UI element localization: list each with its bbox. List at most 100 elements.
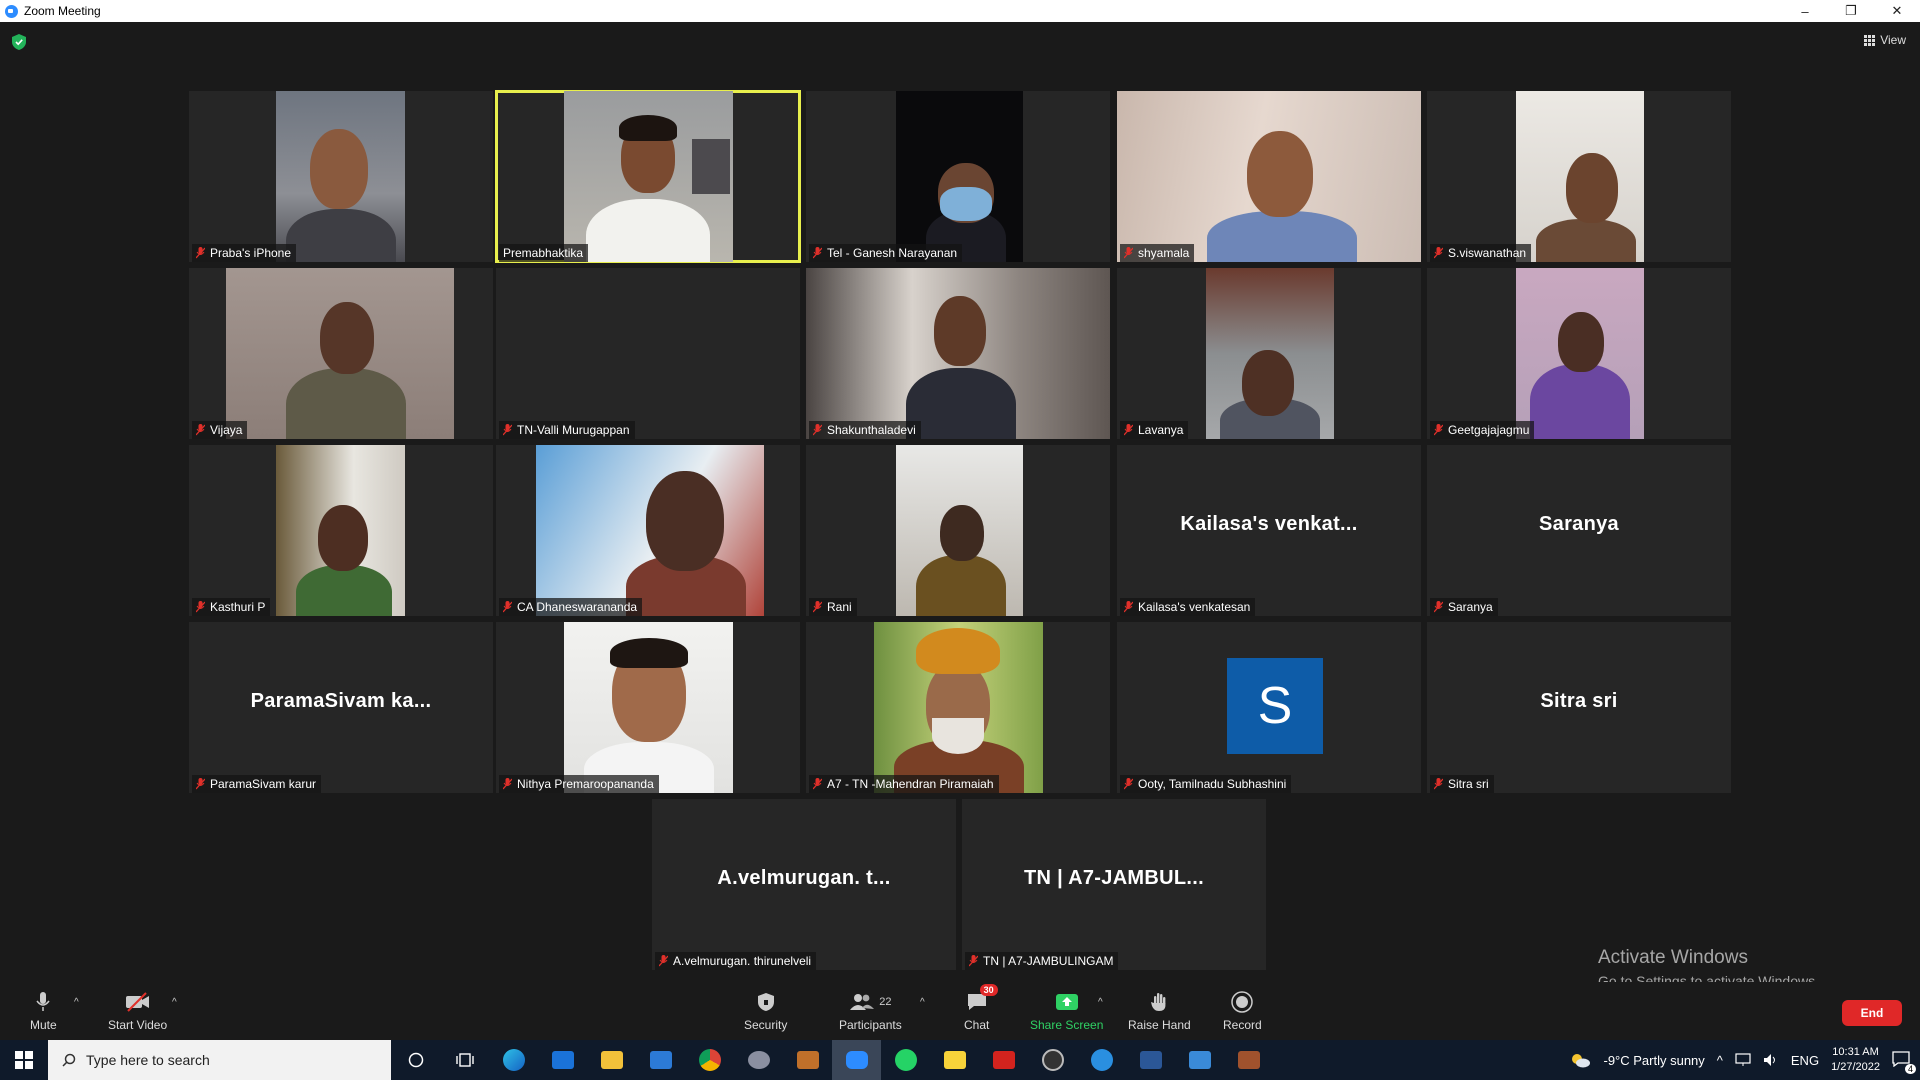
view-button[interactable]: View xyxy=(1864,33,1906,47)
participant-tile[interactable]: S.viswanathan xyxy=(1427,91,1731,262)
participant-tile[interactable]: Kasthuri P xyxy=(189,445,493,616)
participant-display-name: TN | A7-JAMBUL... xyxy=(1024,867,1204,889)
show-hidden-icons-icon[interactable]: ^ xyxy=(1717,1053,1723,1068)
window-title: Zoom Meeting xyxy=(24,4,101,18)
action-center-icon[interactable]: 4 xyxy=(1892,1050,1916,1074)
word-icon[interactable] xyxy=(1126,1040,1175,1080)
participant-video xyxy=(536,445,764,616)
volume-icon[interactable] xyxy=(1763,1053,1779,1067)
participant-name: Rani xyxy=(827,600,852,614)
mic-muted-icon xyxy=(1124,601,1133,613)
chat-button[interactable]: 30 Chat xyxy=(964,984,998,1032)
participant-tile[interactable]: Kailasa's venkat... Kailasa's venkatesan xyxy=(1117,445,1421,616)
participant-name: CA Dhaneswarananda xyxy=(517,600,638,614)
participant-tile[interactable]: Shakunthaladevi xyxy=(806,268,1110,439)
file-explorer-icon[interactable] xyxy=(587,1040,636,1080)
participant-tile[interactable]: Praba's iPhone xyxy=(189,91,493,262)
participant-tile[interactable]: ParamaSivam ka... ParamaSivam karur xyxy=(189,622,493,793)
participant-tile[interactable]: A.velmurugan. t... A.velmurugan. thirune… xyxy=(652,799,956,970)
participant-tile[interactable]: Lavanya xyxy=(1117,268,1421,439)
mute-label: Mute xyxy=(30,1018,57,1032)
share-options-caret-icon[interactable]: ^ xyxy=(1098,997,1103,1008)
start-video-button[interactable]: Start Video xyxy=(108,990,167,1032)
participant-video xyxy=(1516,268,1644,439)
participant-tile[interactable]: Rani xyxy=(806,445,1110,616)
mic-muted-icon xyxy=(1124,778,1133,790)
participant-tile[interactable]: shyamala xyxy=(1117,91,1421,262)
app-icon-1[interactable] xyxy=(734,1040,783,1080)
close-button[interactable]: ✕ xyxy=(1874,0,1920,22)
acrobat-icon[interactable] xyxy=(979,1040,1028,1080)
participant-tile[interactable]: Geetgajajagmu xyxy=(1427,268,1731,439)
participant-tile[interactable]: A7 - TN -Mahendran Piramaiah xyxy=(806,622,1110,793)
mute-options-caret-icon[interactable]: ^ xyxy=(74,997,79,1008)
clock[interactable]: 10:31 AM 1/27/2022 xyxy=(1831,1045,1880,1075)
watermark-title: Activate Windows xyxy=(1598,947,1748,968)
chat-label: Chat xyxy=(964,1018,990,1032)
minimize-button[interactable]: – xyxy=(1782,0,1828,22)
sticky-notes-icon[interactable] xyxy=(930,1040,979,1080)
clock-time: 10:31 AM xyxy=(1832,1046,1879,1058)
edge-browser-icon[interactable] xyxy=(489,1040,538,1080)
participant-tile[interactable]: Vijaya xyxy=(189,268,493,439)
participant-video xyxy=(806,268,1110,439)
record-button[interactable]: Record xyxy=(1223,990,1262,1032)
participant-tile[interactable]: TN-Valli Murugappan xyxy=(496,268,800,439)
participant-tile[interactable]: Saranya Saranya xyxy=(1427,445,1731,616)
end-meeting-button[interactable]: End xyxy=(1842,1000,1902,1026)
participant-tile[interactable]: CA Dhaneswarananda xyxy=(496,445,800,616)
participant-tile[interactable]: TN | A7-JAMBUL... TN | A7-JAMBULINGAM xyxy=(962,799,1266,970)
store-icon[interactable] xyxy=(538,1040,587,1080)
taskbar-search-input[interactable]: Type here to search xyxy=(48,1040,391,1080)
participants-button[interactable]: 22 Participants xyxy=(839,990,902,1032)
participant-tile[interactable]: Tel - Ganesh Narayanan xyxy=(806,91,1110,262)
participant-tile[interactable]: S Ooty, Tamilnadu Subhashini xyxy=(1117,622,1421,793)
participant-name: Ooty, Tamilnadu Subhashini xyxy=(1138,777,1287,791)
encryption-shield-icon[interactable] xyxy=(12,34,26,50)
video-options-caret-icon[interactable]: ^ xyxy=(172,997,177,1008)
raise-hand-button[interactable]: Raise Hand xyxy=(1128,990,1191,1032)
chrome-icon[interactable] xyxy=(685,1040,734,1080)
app-icon-2[interactable] xyxy=(783,1040,832,1080)
security-label: Security xyxy=(744,1018,788,1032)
mic-muted-icon xyxy=(196,778,205,790)
weather-icon[interactable] xyxy=(1569,1052,1591,1068)
internet-explorer-icon[interactable] xyxy=(1077,1040,1126,1080)
participant-name: Kailasa's venkatesan xyxy=(1138,600,1251,614)
mic-muted-icon xyxy=(196,247,205,259)
weather-text[interactable]: -9°C Partly sunny xyxy=(1603,1053,1704,1068)
network-icon[interactable] xyxy=(1735,1053,1751,1067)
participant-video xyxy=(564,622,733,793)
security-button[interactable]: Security xyxy=(744,990,787,1032)
participant-name-label: Saranya xyxy=(1430,598,1498,616)
photos-icon[interactable] xyxy=(1175,1040,1224,1080)
participant-name: Shakunthaladevi xyxy=(827,423,916,437)
mic-muted-icon xyxy=(969,955,978,967)
mail-icon[interactable] xyxy=(636,1040,685,1080)
mic-muted-icon xyxy=(503,601,512,613)
task-view-icon[interactable] xyxy=(440,1040,489,1080)
share-screen-button[interactable]: Share Screen xyxy=(1030,990,1103,1032)
mute-button[interactable]: Mute xyxy=(30,990,57,1032)
video-off-icon xyxy=(125,990,151,1014)
participant-name-label: shyamala xyxy=(1120,244,1195,262)
participant-name-label: A.velmurugan. thirunelveli xyxy=(655,952,817,970)
zoom-taskbar-icon[interactable] xyxy=(832,1040,881,1080)
restore-button[interactable]: ❐ xyxy=(1828,0,1874,22)
whatsapp-icon[interactable] xyxy=(881,1040,930,1080)
participant-tile[interactable]: Nithya Premaroopananda xyxy=(496,622,800,793)
calculator-icon[interactable] xyxy=(1224,1040,1273,1080)
participant-video xyxy=(564,91,733,262)
participant-tile-active-speaker[interactable]: Premabhaktika xyxy=(495,90,801,263)
participant-tile[interactable]: Sitra sri Sitra sri xyxy=(1427,622,1731,793)
start-button[interactable] xyxy=(0,1040,48,1080)
raise-hand-label: Raise Hand xyxy=(1128,1018,1191,1032)
cortana-icon[interactable] xyxy=(391,1040,440,1080)
mic-muted-icon xyxy=(196,424,205,436)
participants-options-caret-icon[interactable]: ^ xyxy=(920,997,925,1008)
participant-name-label: Tel - Ganesh Narayanan xyxy=(809,244,963,262)
input-language[interactable]: ENG xyxy=(1791,1053,1819,1068)
media-player-icon[interactable] xyxy=(1028,1040,1077,1080)
participant-video xyxy=(1516,91,1644,262)
mic-muted-icon xyxy=(1434,424,1443,436)
